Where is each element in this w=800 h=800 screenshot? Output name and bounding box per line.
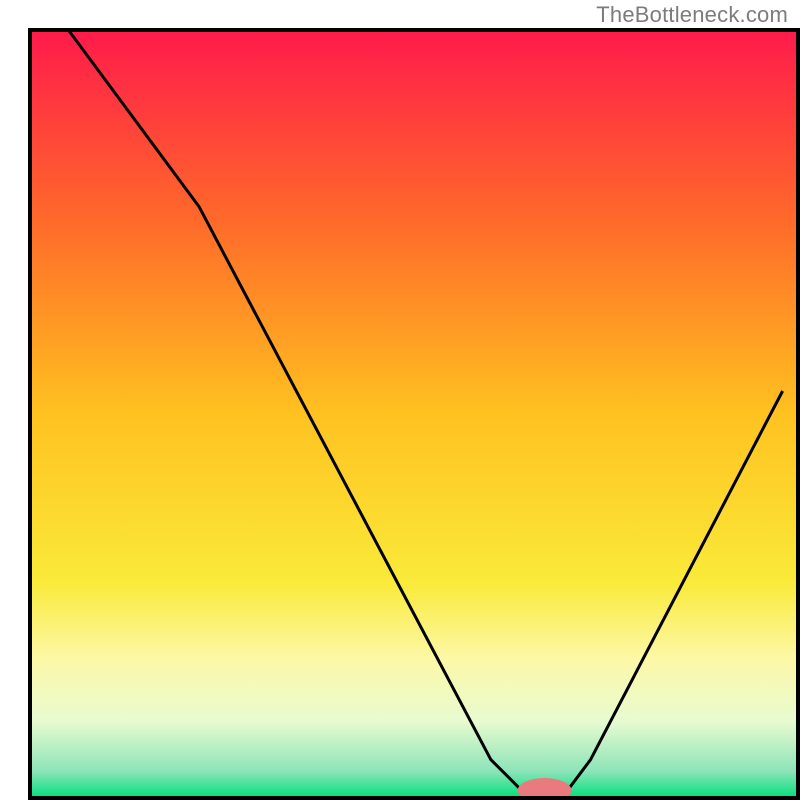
chart-stage: TheBottleneck.com [0, 0, 800, 800]
gradient-background [30, 30, 798, 798]
bottleneck-chart [0, 0, 800, 800]
